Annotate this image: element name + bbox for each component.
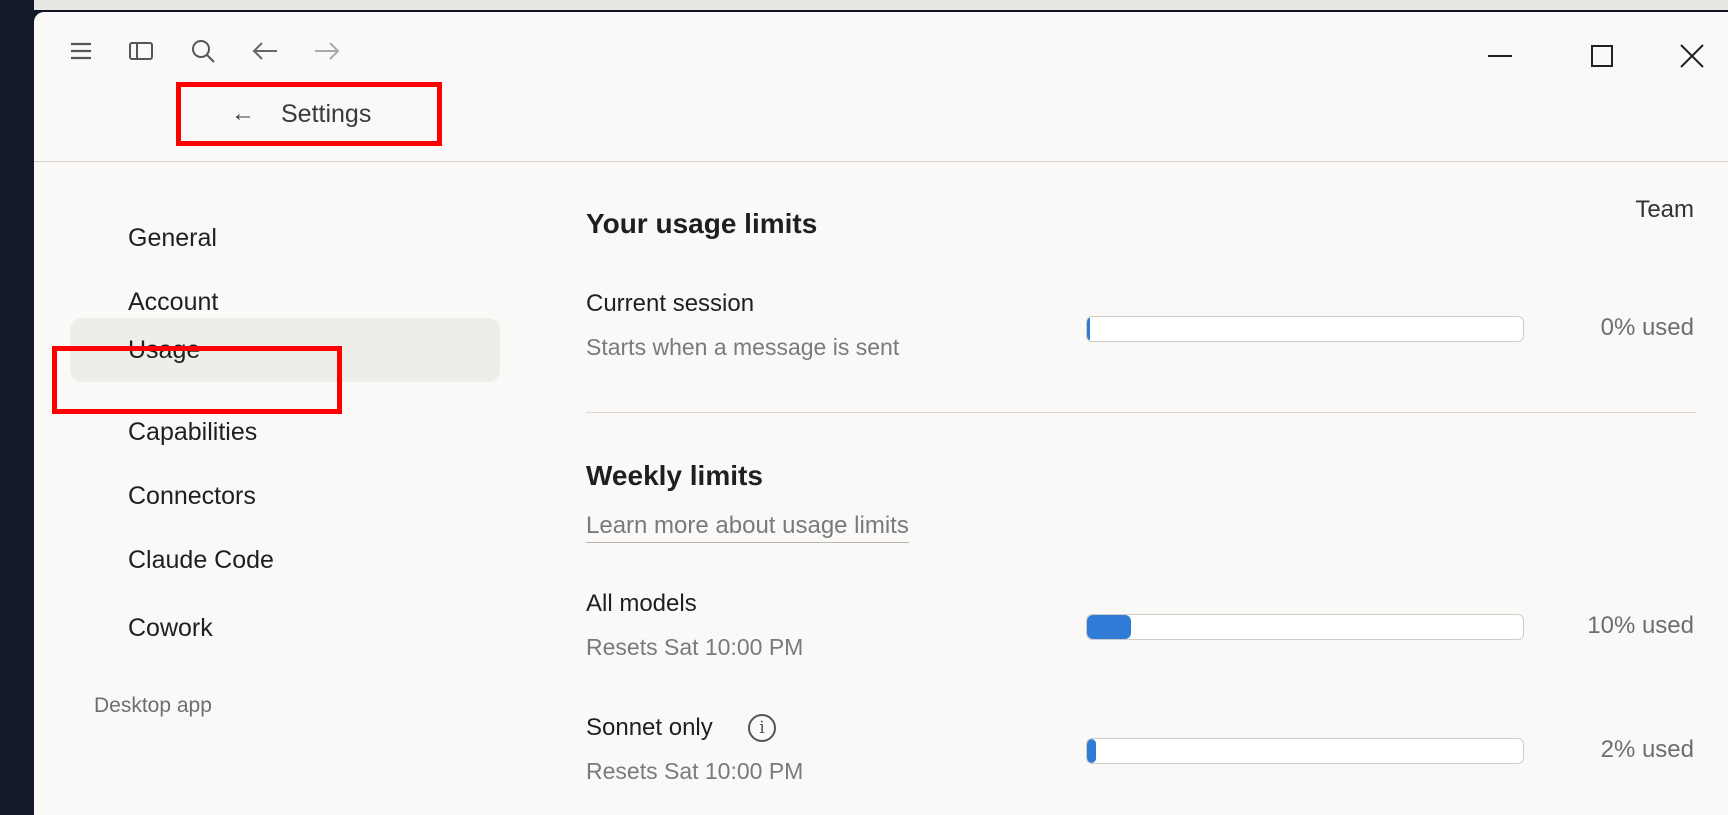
- arrow-right-icon[interactable]: [310, 34, 344, 68]
- sidebar-item-connectors[interactable]: Connectors: [70, 464, 500, 528]
- sonnet-only-progress-fill: [1087, 739, 1096, 763]
- all-models-title: All models: [586, 590, 697, 617]
- info-icon[interactable]: i: [748, 714, 776, 742]
- back-arrow-icon: ←: [231, 100, 255, 127]
- sidebar-item-label: Cowork: [128, 613, 213, 642]
- usage-limits-heading: Your usage limits: [586, 208, 818, 239]
- sidebar-item-label: Claude Code: [128, 545, 274, 574]
- settings-back-button[interactable]: ← Settings: [176, 82, 442, 146]
- current-session-title: Current session: [586, 290, 755, 317]
- sidebar-item-capabilities[interactable]: Capabilities: [70, 400, 500, 464]
- background-window-edge: [34, 0, 1728, 10]
- minimize-icon[interactable]: [1482, 38, 1518, 74]
- arrow-left-icon[interactable]: [248, 34, 282, 68]
- current-session-progress-fill: [1087, 317, 1090, 341]
- maximize-icon[interactable]: [1584, 38, 1620, 74]
- sonnet-only-progress-bar: [1086, 738, 1524, 764]
- menu-icon[interactable]: [64, 34, 98, 68]
- sidebar-section-desktop-app: Desktop app: [94, 694, 212, 717]
- desktop-backdrop: [0, 0, 34, 815]
- current-session-subtitle: Starts when a message is sent: [586, 334, 900, 360]
- learn-more-usage-link[interactable]: Learn more about usage limits: [586, 512, 909, 543]
- sonnet-only-reset: Resets Sat 10:00 PM: [586, 758, 804, 784]
- all-models-percent: 10% used: [1587, 612, 1694, 639]
- sidebar-item-usage[interactable]: Usage: [70, 318, 500, 382]
- section-divider: [586, 412, 1696, 413]
- sidebar-item-label: General: [128, 223, 217, 252]
- sidebar-item-label: Account: [128, 287, 219, 316]
- sonnet-only-percent: 2% used: [1600, 736, 1694, 763]
- sidebar-toggle-icon[interactable]: [124, 34, 158, 68]
- sidebar-item-general[interactable]: General: [70, 206, 500, 270]
- all-models-progress-bar: [1086, 614, 1524, 640]
- settings-back-label: Settings: [281, 99, 372, 128]
- all-models-reset: Resets Sat 10:00 PM: [586, 634, 804, 660]
- search-icon[interactable]: [186, 34, 220, 68]
- sonnet-only-title: Sonnet only: [586, 714, 713, 741]
- sidebar-item-claude-code[interactable]: Claude Code: [70, 528, 500, 592]
- app-window: ← Settings General Account Usage Capabil…: [34, 12, 1728, 815]
- sidebar-item-label: Usage: [128, 335, 201, 364]
- close-icon[interactable]: [1674, 38, 1710, 74]
- title-bar: ← Settings: [34, 12, 1728, 162]
- sidebar-item-cowork[interactable]: Cowork: [70, 596, 500, 660]
- sidebar-item-label: Connectors: [128, 481, 256, 510]
- weekly-limits-heading: Weekly limits: [586, 460, 763, 491]
- plan-label: Team: [1635, 196, 1694, 223]
- current-session-progress-bar: [1086, 316, 1524, 342]
- current-session-percent: 0% used: [1600, 314, 1694, 341]
- sidebar-item-label: Capabilities: [128, 417, 258, 446]
- all-models-progress-fill: [1087, 615, 1131, 639]
